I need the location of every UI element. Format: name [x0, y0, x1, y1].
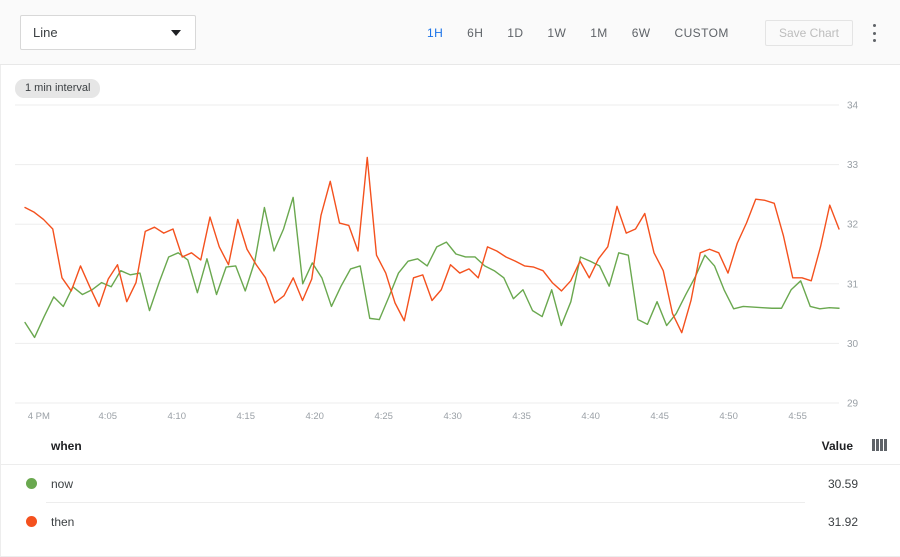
x-axis-tick-label: 4:20 — [305, 411, 324, 422]
x-axis-tick-label: 4:55 — [788, 411, 807, 422]
x-axis-tick-label: 4:30 — [443, 411, 462, 422]
chart-type-value: Line — [33, 25, 171, 40]
line-chart-svg: 29 30 31 32 33 34 4 PM 4:05 4:10 4:15 4:20 4:25 4:30… — [1, 65, 900, 427]
y-axis-tick-label: 31 — [847, 279, 859, 290]
series-line-then — [25, 157, 839, 332]
chart-toolbar: Line 1H6H1D1W1M6WCUSTOM Save Chart — [0, 0, 900, 65]
y-axis-tick-label: 34 — [847, 101, 859, 112]
x-axis-tick-label: 4:50 — [719, 411, 738, 422]
y-axis-tick-label: 32 — [847, 220, 859, 231]
time-range-1d[interactable]: 1D — [495, 20, 535, 46]
chart-plot-area: 1 min interval 2930313233344 PM4:054:104… — [0, 65, 900, 427]
time-range-group: 1H6H1D1W1M6WCUSTOM — [415, 0, 741, 65]
columns-bar — [872, 439, 875, 451]
columns-bar — [876, 439, 879, 451]
legend-table-header: when Value — [1, 427, 900, 465]
x-axis-tick-label: 4:05 — [99, 411, 118, 422]
x-axis-tick-label: 4:40 — [581, 411, 600, 422]
chart-widget: Line 1H6H1D1W1M6WCUSTOM Save Chart 1 min… — [0, 0, 900, 557]
series-line-now — [25, 197, 839, 337]
series-color-dot — [26, 478, 37, 489]
chevron-down-icon — [171, 30, 181, 36]
column-header-value: Value — [822, 439, 853, 453]
x-axis-tick-label: 4:15 — [236, 411, 255, 422]
x-axis-tick-label: 4 PM — [28, 411, 50, 422]
kebab-dot — [873, 39, 876, 42]
x-axis-tick-label: 4:10 — [168, 411, 187, 422]
x-axis-tick-label: 4:45 — [650, 411, 669, 422]
series-name: then — [51, 515, 74, 529]
time-range-1w[interactable]: 1W — [535, 20, 578, 46]
series-color-dot — [26, 516, 37, 527]
chart-type-dropdown[interactable]: Line — [20, 15, 196, 50]
column-header-when: when — [51, 439, 82, 453]
y-axis-tick-label: 33 — [847, 160, 859, 171]
save-chart-button[interactable]: Save Chart — [765, 20, 853, 46]
columns-icon[interactable] — [872, 439, 888, 451]
table-row[interactable]: now 30.59 — [1, 465, 900, 503]
kebab-dot — [873, 32, 876, 35]
y-axis-tick-label: 29 — [847, 399, 859, 410]
series-legend-table: when Value now 30.59 then 31.92 — [0, 427, 900, 557]
time-range-1h[interactable]: 1H — [415, 20, 455, 46]
time-range-6w[interactable]: 6W — [620, 20, 663, 46]
kebab-dot — [873, 24, 876, 27]
legend-rows: now 30.59 then 31.92 — [1, 465, 900, 541]
time-range-6h[interactable]: 6H — [455, 20, 495, 46]
table-row[interactable]: then 31.92 — [1, 503, 900, 541]
series-value: 31.92 — [828, 515, 858, 529]
time-range-custom[interactable]: CUSTOM — [663, 20, 741, 46]
x-axis-tick-label: 4:35 — [512, 411, 531, 422]
series-name: now — [51, 477, 73, 491]
y-axis-tick-label: 30 — [847, 339, 859, 350]
columns-bar — [884, 439, 887, 451]
kebab-menu-icon[interactable] — [866, 23, 882, 43]
columns-bar — [880, 439, 883, 451]
time-range-1m[interactable]: 1M — [578, 20, 619, 46]
series-value: 30.59 — [828, 477, 858, 491]
x-axis-tick-label: 4:25 — [374, 411, 393, 422]
